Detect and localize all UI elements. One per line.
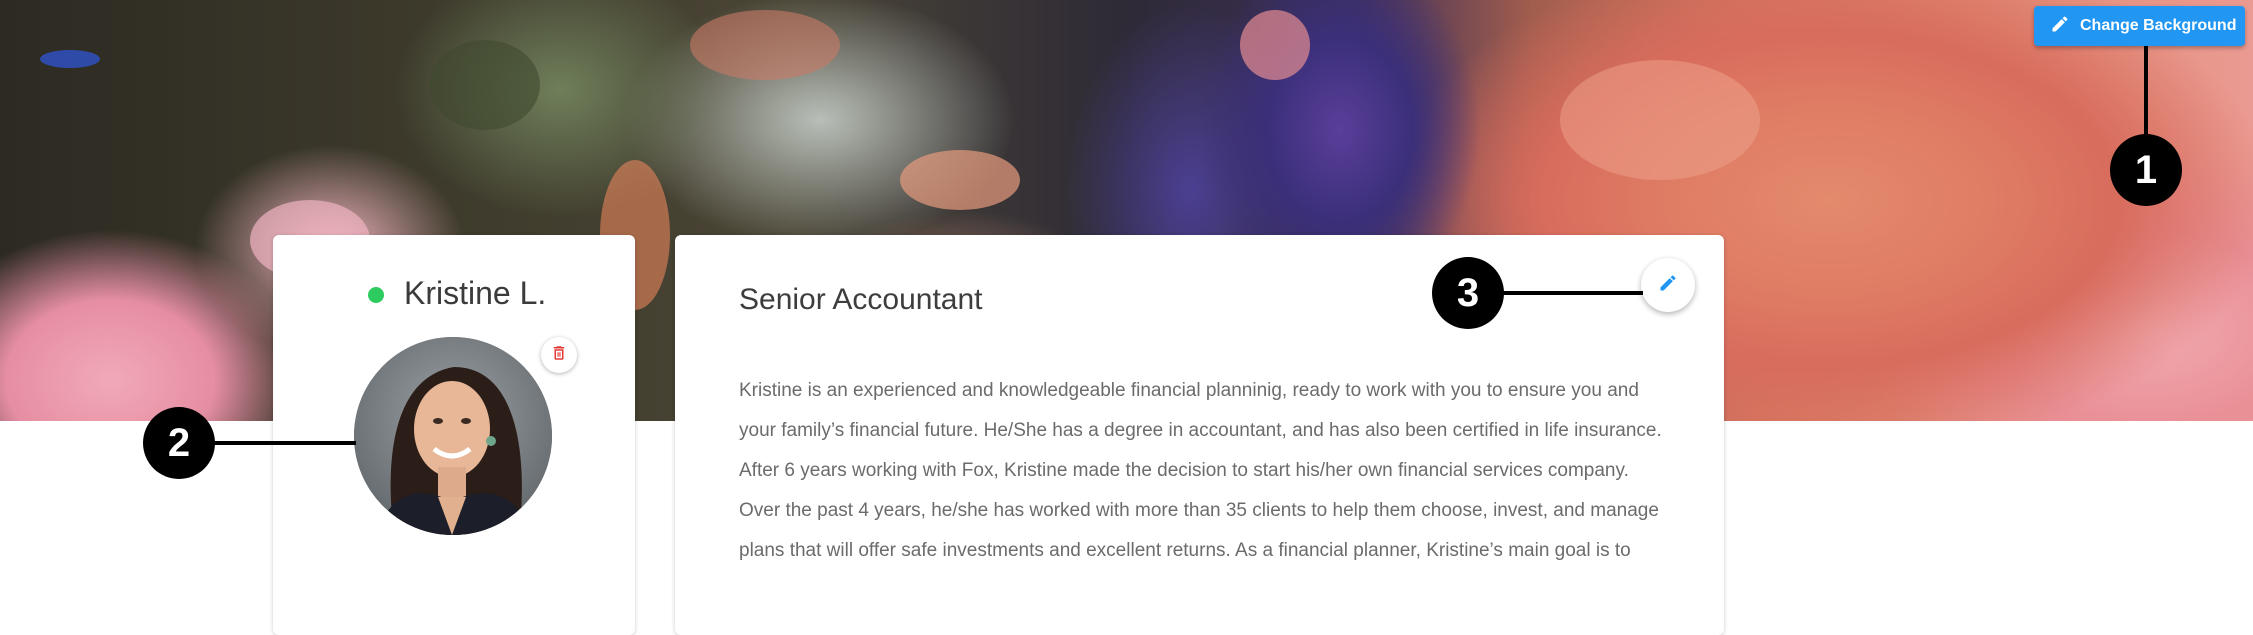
callout-1-connector [2144,46,2148,146]
callout-marker-2: 2 [143,407,215,479]
trash-icon [550,344,568,367]
online-status-dot [368,287,384,303]
change-background-button[interactable]: Change Background [2034,6,2245,46]
bio-card: Senior Accountant Kristine is an experie… [675,235,1724,635]
callout-marker-1: 1 [2110,134,2182,206]
bio-line: plans that will offer safe investments a… [739,540,1631,561]
callout-2-connector [214,441,356,445]
bio-text: Kristine is an experienced and knowledge… [739,371,1699,571]
bio-line: your family’s financial future. He/She h… [739,420,1662,441]
job-title: Senior Accountant [739,283,983,316]
pencil-icon [2050,14,2080,39]
avatar[interactable] [354,337,552,535]
bio-line: Over the past 4 years, he/she has worked… [739,500,1659,521]
callout-3-connector [1503,291,1643,295]
edit-bio-button[interactable] [1641,258,1695,312]
profile-name: Kristine L. [404,275,547,311]
profile-card: Kristine L. [273,235,635,635]
delete-photo-button[interactable] [541,337,577,373]
bio-line: After 6 years working with Fox, Kristine… [739,460,1629,481]
bio-line: Kristine is an experienced and knowledge… [739,380,1639,401]
callout-marker-3: 3 [1432,257,1504,329]
pencil-icon [1658,273,1678,298]
change-background-label: Change Background [2080,17,2237,34]
